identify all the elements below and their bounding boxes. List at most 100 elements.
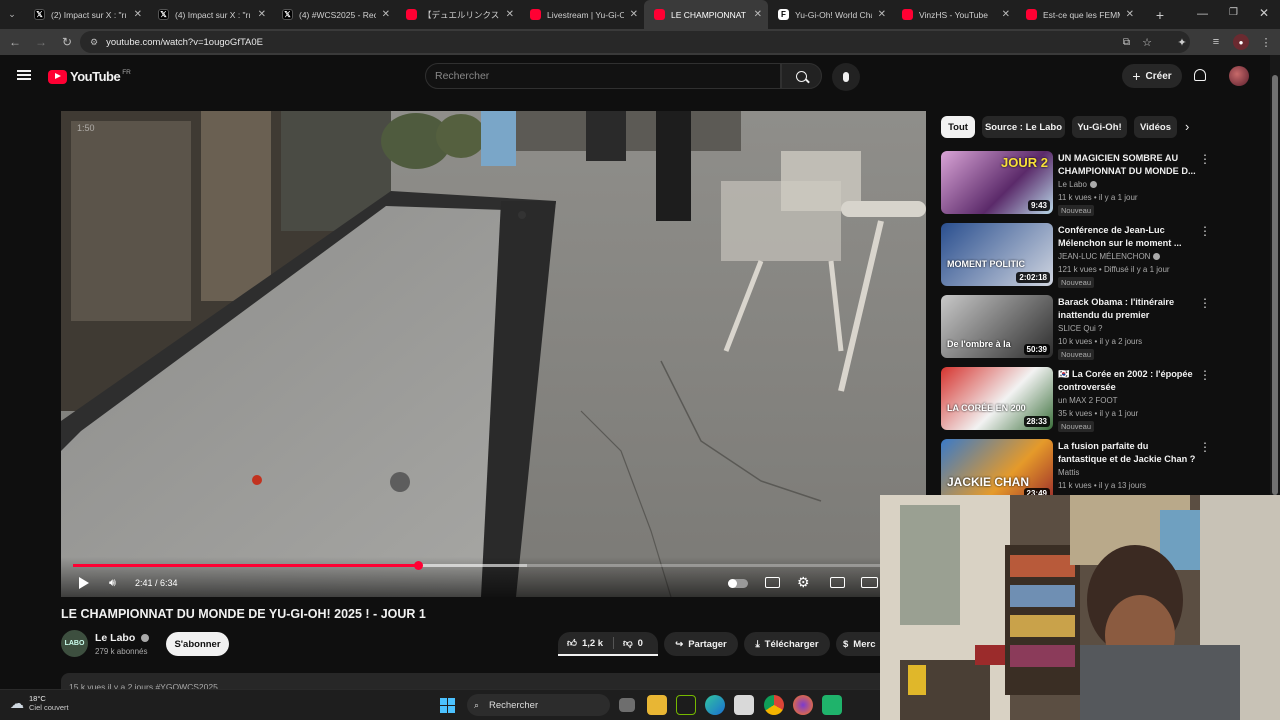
nvidia-icon[interactable] — [676, 695, 696, 715]
suggestion-thumbnail[interactable]: JOUR 2 9:43 — [941, 151, 1053, 214]
account-avatar[interactable] — [1229, 66, 1249, 86]
browser-tab[interactable]: VinzHS - YouTube ✕ — [892, 0, 1016, 29]
more-options-icon[interactable]: ⋮ — [1199, 224, 1211, 238]
scrollbar-thumb[interactable] — [1272, 75, 1278, 495]
reload-icon[interactable]: ↻ — [54, 29, 80, 55]
share-button[interactable]: ↪ Partager — [664, 632, 738, 656]
browser-tab[interactable]: 【デュエルリンクスの部 / ✕ — [396, 0, 520, 29]
search-button[interactable] — [781, 63, 822, 89]
suggestion-channel[interactable]: Mattis — [1058, 468, 1079, 477]
extensions-icon[interactable]: ✦ — [1174, 34, 1190, 50]
play-button[interactable] — [79, 577, 89, 589]
tab-close-icon[interactable]: ✕ — [878, 9, 886, 20]
more-options-icon[interactable]: ⋮ — [1199, 152, 1211, 166]
taskbar-search[interactable]: ⌕ Rechercher — [467, 694, 610, 716]
edge-icon[interactable] — [705, 695, 725, 715]
suggestion-title[interactable]: UN MAGICIEN SOMBRE AU CHAMPIONNAT DU MON… — [1058, 152, 1196, 178]
browser-tab[interactable]: 𝕏 (4) Impact sur X : "rı ✕ — [148, 0, 272, 29]
app-icon[interactable] — [822, 695, 842, 715]
site-info-icon[interactable]: ⚙ — [90, 37, 98, 48]
progress-bar[interactable] — [73, 561, 914, 570]
download-button[interactable]: ⤓ Télécharger — [744, 632, 830, 656]
suggestion-channel[interactable]: Le Labo — [1058, 180, 1097, 189]
suggestion-item[interactable]: JACKIE CHAN 23:49 La fusion parfaite du fa… — [941, 439, 1261, 503]
search-input[interactable]: Rechercher — [425, 63, 781, 89]
suggestion-item[interactable]: MOMENT POLITIC 2:02:18 Conférence de Jean-… — [941, 223, 1261, 288]
store-icon[interactable] — [734, 695, 754, 715]
profile-icon[interactable]: ● — [1233, 34, 1249, 50]
video-player[interactable]: 1:50 🔊︎ 2:41 / 6:34 ⚙ — [61, 111, 926, 597]
browser-tab[interactable]: Est-ce que les FEMM ✕ — [1016, 0, 1140, 29]
volume-icon[interactable]: 🔊︎ — [109, 577, 116, 590]
notifications-bell-icon[interactable] — [1194, 69, 1206, 81]
task-view-icon[interactable] — [619, 698, 635, 712]
suggestion-channel[interactable]: JEAN-LUC MÉLENCHON — [1058, 252, 1161, 261]
settings-gear-icon[interactable]: ⚙ — [797, 574, 810, 591]
restore-button[interactable]: ❐ — [1229, 7, 1238, 18]
browser-tab[interactable]: F Yu-Gi-Oh! World Cha ✕ — [768, 0, 892, 29]
autoplay-toggle[interactable] — [728, 579, 748, 588]
create-button[interactable]: + Créer — [1122, 64, 1182, 88]
browser-tab[interactable]: LE CHAMPIONNAT D ✕ — [644, 0, 768, 29]
youtube-logo[interactable]: YouTube FR — [48, 69, 131, 84]
suggestion-thumbnail[interactable]: De l'ombre à la 50:39 — [941, 295, 1053, 358]
subscribe-button[interactable]: S'abonner — [166, 632, 229, 656]
tab-close-icon[interactable]: ✕ — [754, 9, 762, 20]
like-button[interactable]: 👍︎ 1,2 k — [558, 637, 614, 649]
close-window-button[interactable]: ✕ — [1259, 6, 1269, 20]
media-control-icon[interactable]: ≡ — [1208, 34, 1224, 50]
chrome-icon[interactable] — [764, 695, 784, 715]
weather-widget[interactable]: ☁ 18°C Ciel couvert — [10, 694, 69, 712]
new-tab-button[interactable]: + — [1150, 7, 1170, 23]
tab-close-icon[interactable]: ✕ — [1002, 9, 1010, 20]
suggestion-title[interactable]: 🇰🇷 La Corée en 2002 : l'épopée controver… — [1058, 368, 1196, 394]
page-scrollbar[interactable] — [1270, 55, 1280, 495]
tab-close-icon[interactable]: ✕ — [258, 9, 266, 20]
tab-close-icon[interactable]: ✕ — [134, 9, 142, 20]
theater-mode-icon[interactable] — [861, 577, 878, 588]
back-arrow-icon[interactable]: ← — [2, 29, 28, 55]
dislike-button[interactable]: 👎︎ 0 — [614, 637, 643, 650]
miniplayer-icon[interactable] — [830, 577, 845, 588]
tab-close-icon[interactable]: ✕ — [382, 9, 390, 20]
firefox-icon[interactable] — [793, 695, 813, 715]
tab-search-icon[interactable]: ⌄ — [0, 2, 24, 28]
chip-source-le-labo[interactable]: Source : Le Labo — [982, 116, 1065, 138]
more-options-icon[interactable]: ⋮ — [1199, 296, 1211, 310]
file-explorer-icon[interactable] — [647, 695, 667, 715]
channel-avatar[interactable]: LABO — [61, 630, 88, 657]
hamburger-menu-icon[interactable] — [17, 70, 31, 80]
windows-start-icon[interactable] — [440, 698, 455, 713]
browser-tab[interactable]: 𝕏 (2) Impact sur X : "rı ✕ — [24, 0, 148, 29]
tab-close-icon[interactable]: ✕ — [1126, 9, 1134, 20]
chevron-right-icon[interactable]: › — [1185, 119, 1189, 134]
suggestion-title[interactable]: Barack Obama : l'itinéraire inattendu du… — [1058, 296, 1196, 322]
suggestion-item[interactable]: LA CORÉE EN 200 28:33 🇰🇷 La Corée en 2002 … — [941, 367, 1261, 432]
suggestion-thumbnail[interactable]: JACKIE CHAN 23:49 — [941, 439, 1053, 502]
install-app-icon[interactable]: ⧉ — [1123, 37, 1130, 48]
suggestion-item[interactable]: JOUR 2 9:43 UN MAGICIEN SOMBRE AU CHAMPION… — [941, 151, 1261, 216]
minimize-button[interactable]: — — [1197, 8, 1208, 20]
suggestion-title[interactable]: La fusion parfaite du fantastique et de … — [1058, 440, 1196, 466]
forward-arrow-icon[interactable]: → — [28, 29, 54, 55]
chip-all[interactable]: Tout — [941, 116, 975, 138]
more-options-icon[interactable]: ⋮ — [1199, 440, 1211, 454]
suggestion-item[interactable]: De l'ombre à la 50:39 Barack Obama : l'iti… — [941, 295, 1261, 360]
chip-videos[interactable]: Vidéos — [1134, 116, 1177, 138]
suggestion-thumbnail[interactable]: LA CORÉE EN 200 28:33 — [941, 367, 1053, 430]
tab-close-icon[interactable]: ✕ — [506, 9, 514, 20]
suggestion-channel[interactable]: SLICE Qui ? — [1058, 324, 1102, 333]
channel-name[interactable]: Le Labo — [95, 632, 150, 644]
chrome-menu-icon[interactable]: ⋮ — [1258, 34, 1274, 50]
progress-scrubber[interactable] — [413, 561, 423, 570]
chip-yugioh[interactable]: Yu-Gi-Oh! — [1072, 116, 1127, 138]
address-bar[interactable]: ⚙ youtube.com/watch?v=1ougoGfTA0E ⧉ ☆ — [80, 31, 1190, 53]
suggestion-thumbnail[interactable]: MOMENT POLITIC 2:02:18 — [941, 223, 1053, 286]
subtitles-icon[interactable] — [765, 577, 780, 588]
thanks-button[interactable]: $ Merc — [836, 632, 880, 656]
voice-search-button[interactable] — [832, 63, 860, 91]
browser-tab[interactable]: Livestream | Yu-Gi-O ✕ — [520, 0, 644, 29]
browser-tab[interactable]: 𝕏 (4) #WCS2025 - Rech ✕ — [272, 0, 396, 29]
suggestion-title[interactable]: Conférence de Jean-Luc Mélenchon sur le … — [1058, 224, 1196, 250]
suggestion-channel[interactable]: un MAX 2 FOOT — [1058, 396, 1118, 405]
